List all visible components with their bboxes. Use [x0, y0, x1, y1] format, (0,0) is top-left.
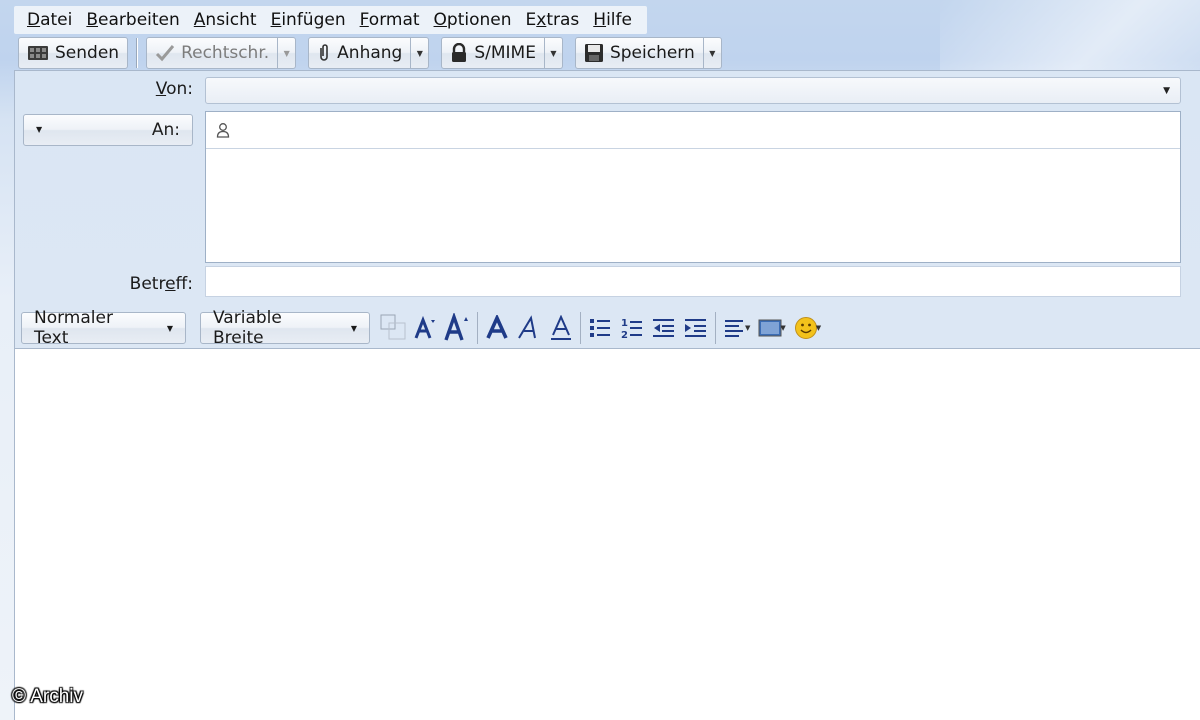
send-label: Senden: [55, 43, 120, 63]
paragraph-style-select[interactable]: Normaler Text ▼: [21, 308, 186, 348]
chevron-down-icon: ▼: [166, 323, 173, 333]
recipient-type-label: An:: [151, 120, 180, 140]
chevron-down-icon: ▼: [350, 323, 357, 333]
lock-icon: [452, 43, 467, 62]
underline-icon[interactable]: [545, 312, 577, 344]
subject-input[interactable]: [205, 266, 1181, 297]
numbered-list-icon[interactable]: 1 2: [616, 312, 648, 344]
watermark-copyright: © Archiv: [12, 686, 84, 707]
menu-format[interactable]: Format: [353, 6, 427, 34]
indent-icon[interactable]: [680, 312, 712, 344]
chevron-down-icon: ▼: [416, 48, 423, 58]
format-separator: [477, 312, 478, 344]
checkmark-icon: [156, 45, 175, 62]
compose-panel: Von: ▼ ▼ An: Betreff: Normaler Text ▼ Va…: [14, 70, 1200, 720]
menu-einfuegen[interactable]: Einfügen: [264, 6, 353, 34]
chevron-down-icon: ▼: [36, 125, 43, 134]
bold-icon[interactable]: [481, 312, 513, 344]
chevron-down-icon[interactable]: ▼: [816, 324, 821, 332]
menu-ansicht[interactable]: Ansicht: [187, 6, 264, 34]
from-label: Von:: [155, 79, 193, 99]
save-dropdown[interactable]: ▼: [703, 37, 722, 69]
attach-dropdown[interactable]: ▼: [411, 37, 430, 69]
attach-label: Anhang: [337, 43, 403, 63]
attach-split-button: Anhang ▼: [308, 37, 430, 69]
menu-extras[interactable]: Extras: [519, 6, 587, 34]
menu-optionen[interactable]: Optionen: [427, 6, 519, 34]
window-glow: [940, 0, 1200, 80]
menu-bar: Datei Bearbeiten Ansicht Einfügen Format…: [14, 6, 647, 34]
smime-button[interactable]: S/MIME: [441, 37, 545, 69]
font-value: Variable Breite: [213, 308, 282, 348]
svg-text:2: 2: [621, 330, 628, 341]
compose-toolbar: Senden Rechtschr. ▼ Anhang ▼ S/MIME ▼ Sp…: [18, 36, 722, 70]
svg-text:1: 1: [621, 318, 628, 329]
smime-label: S/MIME: [474, 43, 536, 63]
person-icon: [216, 123, 230, 138]
smime-dropdown[interactable]: ▼: [544, 37, 563, 69]
spellcheck-dropdown[interactable]: ▼: [278, 37, 297, 69]
from-select[interactable]: ▼: [205, 77, 1181, 104]
save-split-button: Speichern ▼: [574, 37, 722, 69]
spellcheck-button[interactable]: Rechtschr.: [146, 37, 279, 69]
chevron-down-icon[interactable]: ▼: [745, 324, 750, 332]
message-body-editor[interactable]: [15, 348, 1200, 720]
chevron-down-icon: ▼: [1163, 86, 1170, 96]
format-toolbar: Normaler Text ▼ Variable Breite ▼ 1 2 ▼ …: [15, 307, 1200, 349]
save-button[interactable]: Speichern: [574, 37, 704, 69]
format-separator: [580, 312, 581, 344]
outdent-icon[interactable]: [648, 312, 680, 344]
chevron-down-icon[interactable]: ▼: [780, 324, 785, 332]
send-button[interactable]: Senden: [18, 37, 129, 69]
chevron-down-icon: ▼: [550, 48, 557, 58]
text-color-icon[interactable]: [378, 312, 410, 344]
toolbar-separator: [136, 38, 138, 68]
chevron-down-icon: ▼: [709, 48, 716, 58]
smime-split-button: S/MIME ▼: [441, 37, 563, 69]
menu-datei[interactable]: Datei: [20, 6, 79, 34]
bullet-list-icon[interactable]: [584, 312, 616, 344]
save-label: Speichern: [609, 43, 695, 63]
recipient-type-button[interactable]: ▼ An:: [23, 114, 193, 146]
paragraph-style-value: Normaler Text: [34, 308, 113, 348]
recipient-row[interactable]: [206, 112, 1180, 149]
send-icon: [28, 46, 48, 60]
recipient-list[interactable]: [205, 111, 1181, 263]
subject-label: Betreff:: [129, 274, 193, 294]
italic-icon[interactable]: [513, 312, 545, 344]
font-smaller-icon[interactable]: [410, 312, 442, 344]
floppy-disk-icon: [584, 44, 603, 62]
menu-bearbeiten[interactable]: Bearbeiten: [79, 6, 186, 34]
spellcheck-label: Rechtschr.: [181, 43, 270, 63]
font-select[interactable]: Variable Breite ▼: [200, 308, 370, 348]
spellcheck-split-button: Rechtschr. ▼: [146, 37, 297, 69]
chevron-down-icon: ▼: [283, 48, 290, 58]
format-separator: [715, 312, 716, 344]
font-larger-icon[interactable]: [442, 312, 474, 344]
paperclip-icon: [320, 44, 328, 61]
attach-button[interactable]: Anhang: [308, 37, 412, 69]
menu-hilfe[interactable]: Hilfe: [586, 6, 639, 34]
